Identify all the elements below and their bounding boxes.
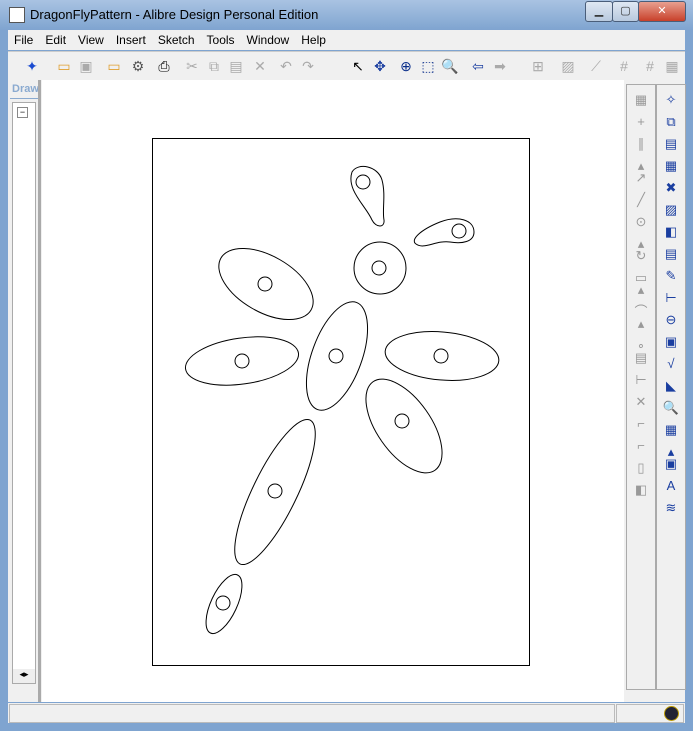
drawing-sheet [152, 138, 530, 666]
sheet-border [152, 138, 530, 666]
app-window: DragonFlyPattern - Alibre Design Persona… [0, 0, 693, 731]
